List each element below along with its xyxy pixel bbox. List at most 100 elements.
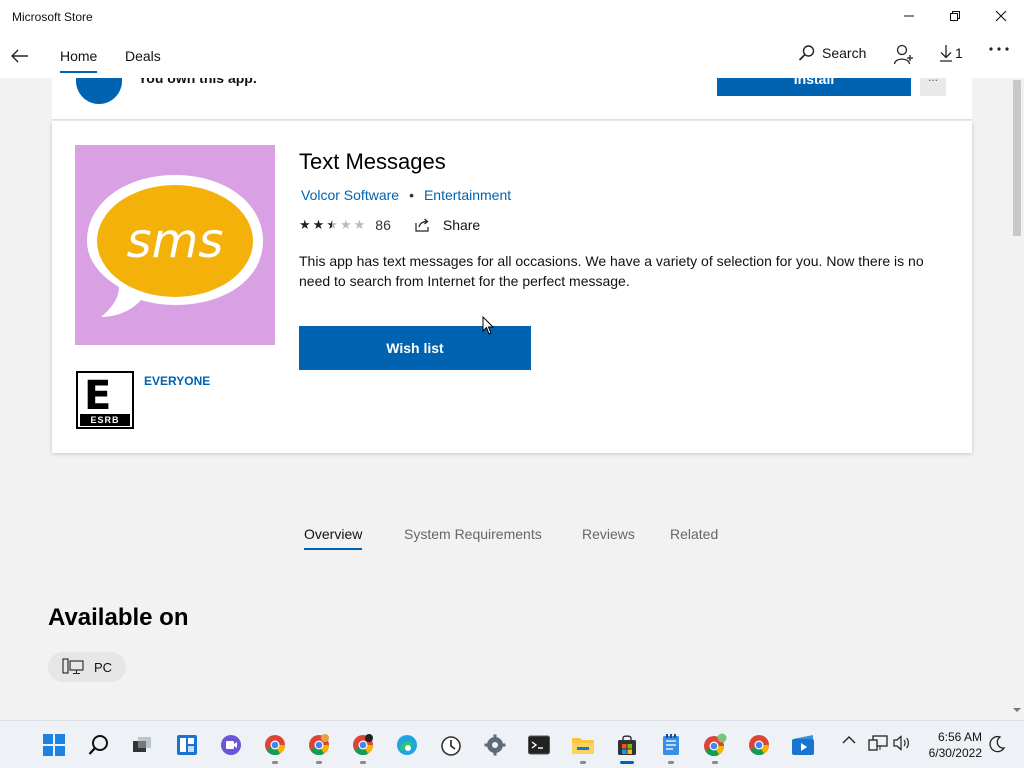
gear-icon	[484, 734, 506, 756]
owned-text: You own this app.	[138, 78, 257, 86]
taskbar-indicator	[272, 761, 278, 764]
chrome-app-3[interactable]	[351, 733, 375, 757]
taskbar-indicator	[580, 761, 586, 764]
publisher-link[interactable]: Volcor Software	[301, 187, 399, 203]
tab-related[interactable]: Related	[670, 526, 718, 542]
user-add-icon	[893, 44, 913, 65]
volume-button[interactable]	[893, 735, 911, 751]
app-icon: sms	[75, 145, 275, 345]
notepad-button[interactable]	[659, 733, 683, 757]
esrb-brand: ESRB	[80, 414, 130, 426]
chrome-app-5[interactable]	[747, 733, 771, 757]
folder-icon	[572, 738, 594, 754]
search-icon	[88, 735, 108, 755]
edge-button[interactable]	[395, 733, 419, 757]
wish-list-button[interactable]: Wish list	[299, 326, 531, 370]
video-clip-icon	[792, 735, 814, 755]
chevron-up-icon	[842, 736, 856, 744]
system-clock[interactable]: 6:56 AM 6/30/2022	[929, 729, 982, 761]
edge-icon	[397, 735, 417, 755]
app-card: sms E ESRB EVERYONE Text Messages Volcor…	[52, 121, 972, 453]
chrome-icon	[749, 735, 770, 756]
owned-check-icon	[76, 78, 122, 104]
tab-deals[interactable]: Deals	[125, 48, 161, 64]
clock-app-button[interactable]	[439, 733, 463, 757]
window-title: Microsoft Store	[12, 10, 93, 24]
taskbar-indicator	[316, 761, 322, 764]
star-icon: ★	[326, 217, 338, 232]
account-button[interactable]	[893, 44, 915, 66]
category-link[interactable]: Entertainment	[424, 187, 511, 203]
share-icon	[415, 218, 429, 232]
chrome-profile-icon	[704, 733, 727, 757]
pc-icon	[62, 658, 84, 674]
download-icon	[940, 45, 952, 62]
scrollbar-thumb[interactable]	[1013, 80, 1021, 236]
notepad-icon	[663, 734, 679, 755]
taskbar-indicator-active	[620, 761, 634, 764]
alarm-clock-icon	[441, 736, 461, 756]
more-options-button[interactable]	[988, 46, 1010, 52]
search-button[interactable]: Search	[798, 44, 866, 62]
rating-count: 86	[375, 217, 391, 233]
file-explorer-button[interactable]	[571, 733, 595, 757]
close-button[interactable]	[978, 0, 1024, 32]
star-rating[interactable]: ★ ★ ★ ★ ★	[299, 217, 365, 233]
tab-system-requirements[interactable]: System Requirements	[404, 526, 542, 542]
chat-icon	[221, 735, 241, 755]
chat-button[interactable]	[219, 733, 243, 757]
search-label: Search	[822, 45, 867, 61]
back-button[interactable]	[6, 42, 34, 70]
platform-chip-pc: PC	[48, 652, 126, 682]
taskbar-indicator	[360, 761, 366, 764]
moon-icon	[989, 735, 1006, 753]
install-button[interactable]: Install	[717, 78, 911, 96]
platform-label: PC	[94, 659, 113, 675]
focus-assist-button[interactable]	[988, 735, 1006, 753]
chrome-app-1[interactable]	[263, 733, 287, 757]
taskbar-search-button[interactable]	[87, 733, 111, 757]
network-icon	[868, 735, 888, 751]
terminal-button[interactable]	[527, 733, 551, 757]
show-hidden-icons-button[interactable]	[842, 735, 856, 745]
network-button[interactable]	[868, 735, 888, 753]
clock-date: 6/30/2022	[928, 746, 982, 760]
tab-home[interactable]: Home	[60, 48, 98, 73]
video-editor-button[interactable]	[791, 733, 815, 757]
rating-row: ★ ★ ★ ★ ★ 86 Share	[299, 217, 480, 233]
settings-button[interactable]	[483, 733, 507, 757]
widgets-icon	[177, 735, 197, 755]
microsoft-store-button[interactable]	[615, 733, 639, 757]
downloads-button[interactable]: 1	[939, 44, 963, 62]
tab-overview[interactable]: Overview	[304, 526, 363, 550]
mouse-cursor-icon	[482, 316, 495, 335]
minimize-button[interactable]	[886, 0, 932, 32]
restore-button[interactable]	[932, 0, 978, 32]
chrome-app-2[interactable]	[307, 733, 331, 757]
windows-logo-icon	[43, 734, 65, 756]
star-icon: ★	[353, 217, 366, 232]
task-view-button[interactable]	[130, 733, 154, 757]
available-on-heading: Available on	[48, 604, 189, 631]
terminal-icon	[528, 735, 550, 755]
icon-text: sms	[127, 213, 224, 269]
age-rating-link[interactable]: EVERYONE	[144, 374, 210, 388]
chrome-profile-icon	[309, 734, 330, 756]
widgets-button[interactable]	[175, 733, 199, 757]
chrome-profile-icon	[353, 734, 374, 756]
esrb-letter: E	[84, 373, 112, 419]
sms-bubble-icon: sms	[87, 175, 263, 317]
chrome-app-4[interactable]	[703, 733, 727, 757]
nav-bar: Home Deals Search 1	[0, 34, 1024, 78]
share-button[interactable]: Share	[415, 217, 480, 233]
scroll-down-icon[interactable]	[1013, 706, 1021, 714]
taskbar-indicator	[668, 761, 674, 764]
close-icon	[995, 10, 1007, 22]
start-button[interactable]	[42, 733, 66, 757]
content-area[interactable]: You own this app. Install ... sms E ESRB…	[0, 78, 1010, 720]
tab-reviews[interactable]: Reviews	[582, 526, 635, 542]
install-more-button[interactable]: ...	[920, 78, 946, 96]
store-bag-icon	[618, 735, 636, 755]
app-description: This app has text messages for all occas…	[299, 253, 924, 289]
star-icon: ★	[339, 217, 352, 232]
